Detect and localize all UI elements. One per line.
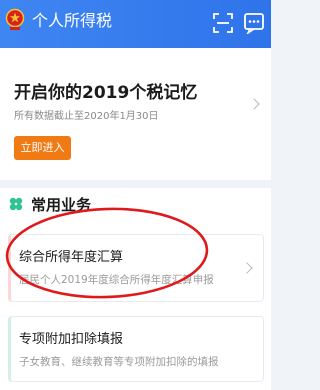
card-title: 专项附加扣除填报 [19,332,124,347]
scan-icon[interactable] [212,12,234,34]
special-deduction-card[interactable]: 专项附加扣除填报 子女教育、继续教育等专项附加扣除的填报 [8,316,264,382]
chevron-right-icon [241,262,253,274]
card-description: 子女教育、继续教育等专项附加扣除的填报 [19,356,219,368]
card-description: 居民个人2019年度综合所得年度汇算申报 [19,274,214,286]
section-title: 常用业务 [31,196,92,214]
clover-icon [9,197,23,211]
card-title: 综合所得年度汇算 [19,250,124,265]
national-emblem-icon [5,8,25,30]
annual-settlement-card[interactable]: 综合所得年度汇算 居民个人2019年度综合所得年度汇算申报 [8,234,264,302]
enter-now-button[interactable]: 立即进入 [14,136,71,160]
app-title: 个人所得税 [32,11,113,30]
app-header: 个人所得税 [0,0,271,48]
chevron-right-icon [248,98,260,110]
banner-subtitle: 所有数据截止至2020年1月30日 [14,111,159,122]
message-icon[interactable] [243,12,265,34]
annual-memory-banner[interactable]: 开启你的2019个税记忆 所有数据截止至2020年1月30日 立即进入 [0,48,271,180]
common-services-section: 常用业务 综合所得年度汇算 居民个人2019年度综合所得年度汇算申报 专项附加扣… [0,188,271,390]
banner-title: 开启你的2019个税记忆 [14,83,198,103]
